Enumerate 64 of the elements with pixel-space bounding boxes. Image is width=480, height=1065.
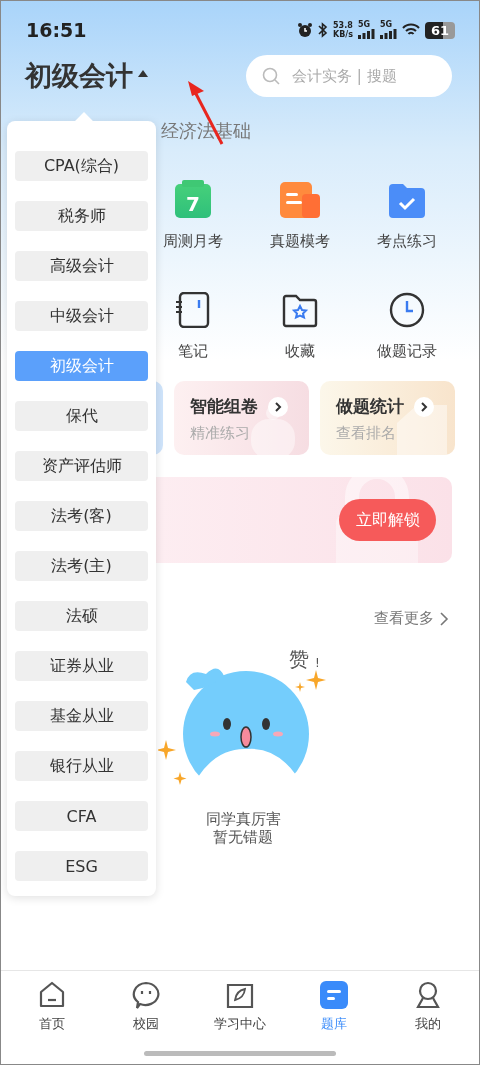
signal-icon [358,29,375,39]
nav-tab[interactable]: 校园 [106,981,186,1043]
exclamation-text: ! [315,656,320,670]
status-time: 16:51 [26,19,87,41]
alarm-icon [297,22,313,38]
nav-tab[interactable]: 题库 [294,981,374,1043]
tool-label[interactable]: 真题模考 [269,232,330,251]
empty-message: 同学真厉害 [205,810,281,828]
see-more-link[interactable]: 查看更多 [374,609,434,628]
exam-title[interactable]: 初级会计 [25,58,133,94]
nav-tab[interactable]: 我的 [388,981,468,1043]
battery-icon: 61 [425,21,455,39]
wifi-icon [402,23,420,37]
tool-label[interactable]: 笔记 [177,342,208,361]
folder-check-icon[interactable] [388,184,425,218]
exam-option[interactable]: 证券从业 [15,651,148,681]
exam-option[interactable]: 法硕 [15,601,148,631]
chevron-right-icon [414,396,434,417]
nav-tab[interactable]: 首页 [12,981,92,1043]
exam-option[interactable]: CFA [15,801,148,831]
exam-option[interactable]: 保代 [15,401,148,431]
tool-label[interactable]: 周测月考 [162,232,223,251]
home-icon [38,981,66,1009]
search-field[interactable]: 会计实务 | 搜题 [246,55,452,97]
clock-icon[interactable] [388,292,425,328]
empty-message: 暂无错题 [213,828,273,846]
card-title: 智能组卷 [190,395,258,418]
book-leaf-icon [226,981,254,1009]
exam-option[interactable]: 资产评估师 [15,451,148,481]
feature-card[interactable]: 做题统计 查看排名 [320,381,455,455]
document-icon[interactable] [279,182,320,218]
exam-option[interactable]: 法考(主) [15,551,148,581]
profile-icon [415,981,441,1009]
subject-tab[interactable]: 经济法基础 [161,120,251,141]
signal-icon [380,29,397,39]
network-speed: 53.8 KB/s [333,21,353,39]
chat-icon [131,981,161,1009]
exam-option[interactable]: 高级会计 [15,251,148,281]
caret-icon[interactable] [138,69,148,77]
network-type: 5G [380,21,393,29]
exam-option[interactable]: CPA(综合) [15,151,148,181]
exam-option[interactable]: 银行从业 [15,751,148,781]
bluetooth-icon [318,22,328,38]
chevron-right-icon[interactable] [440,611,449,626]
exam-option[interactable]: 基金从业 [15,701,148,731]
exam-option[interactable]: ESG [15,851,148,881]
exam-option[interactable]: 税务师 [15,201,148,231]
tool-label[interactable]: 做题记录 [376,342,437,361]
exam-option[interactable]: 中级会计 [15,301,148,331]
card-subtitle: 查看排名 [336,424,397,443]
tool-label[interactable]: 收藏 [284,342,315,361]
search-icon [262,67,280,85]
question-bank-icon [320,981,348,1009]
feature-card[interactable]: 智能组卷 精准练习 [174,381,309,455]
card-title: 做题统计 [336,395,404,418]
nav-tab[interactable]: 学习中心 [200,981,280,1043]
tool-label[interactable]: 考点练习 [376,232,437,251]
praise-text: 赞 [289,646,309,673]
chevron-right-icon [268,396,288,417]
favorites-icon[interactable] [281,294,318,328]
card-subtitle: 精准练习 [190,424,251,443]
exam-option[interactable]: 法考(客) [15,501,148,531]
notebook-icon[interactable] [175,292,210,328]
network-type: 5G [358,21,371,29]
